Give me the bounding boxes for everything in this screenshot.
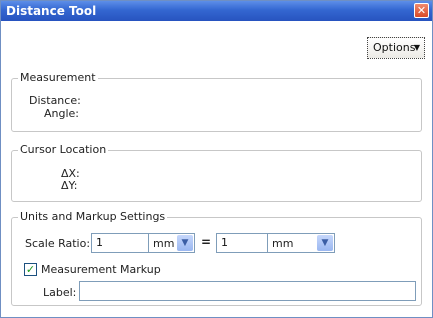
close-icon: ✕: [416, 4, 427, 17]
equals-sign: =: [201, 235, 212, 249]
window-title: Distance Tool: [6, 4, 97, 18]
scale-right-unit-value: mm: [272, 237, 294, 250]
chevron-down-icon: ▼: [413, 43, 420, 52]
measurement-markup-label: Measurement Markup: [41, 263, 161, 276]
chevron-down-icon: ▼: [317, 235, 333, 251]
title-bar[interactable]: Distance Tool ✕: [1, 1, 432, 21]
scale-left-unit-select[interactable]: mm ▼: [148, 233, 195, 253]
units-markup-group: Units and Markup Settings Scale Ratio: 1…: [11, 210, 422, 306]
label-field-label: Label:: [43, 286, 77, 299]
distance-tool-window: Distance Tool ✕ Options ▼ Measurement Di…: [0, 0, 433, 318]
scale-left-value: 1: [96, 236, 103, 249]
options-button[interactable]: Options ▼: [367, 37, 425, 59]
chevron-down-icon: ▼: [177, 235, 193, 251]
units-markup-legend: Units and Markup Settings: [18, 210, 168, 224]
scale-right-value-input[interactable]: 1: [216, 233, 268, 253]
cursor-location-legend: Cursor Location: [18, 143, 109, 157]
scale-left-unit-value: mm: [153, 237, 175, 250]
measurement-markup-checkbox[interactable]: ✓: [24, 263, 37, 276]
measurement-legend: Measurement: [18, 71, 98, 85]
measurement-group: Measurement Distance: Angle:: [11, 71, 422, 132]
distance-label: Distance:: [29, 94, 81, 107]
scale-left-value-input[interactable]: 1: [91, 233, 149, 253]
scale-right-value: 1: [221, 236, 228, 249]
options-label: Options: [373, 41, 416, 54]
angle-label: Angle:: [44, 107, 80, 120]
scale-right-unit-select[interactable]: mm ▼: [267, 233, 335, 253]
close-button[interactable]: ✕: [414, 3, 429, 18]
cursor-location-group: Cursor Location ΔX: ΔY:: [11, 143, 422, 202]
markup-label-input[interactable]: [79, 281, 416, 301]
delta-y-label: ΔY:: [61, 179, 78, 192]
checkmark-icon: ✓: [25, 263, 36, 276]
scale-ratio-label: Scale Ratio:: [25, 237, 91, 250]
